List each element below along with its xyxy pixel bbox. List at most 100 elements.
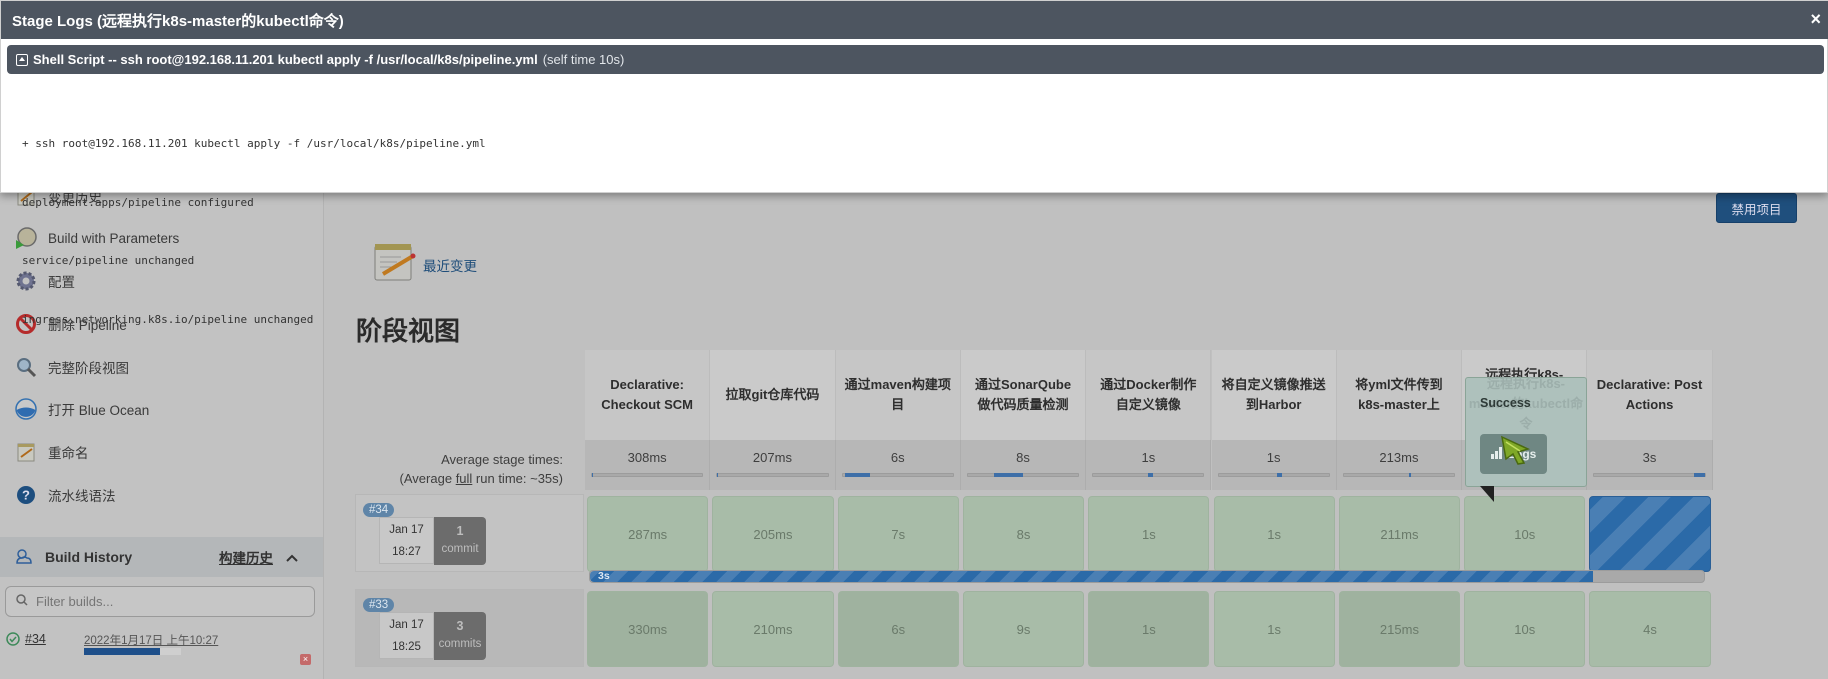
stage-average-cell: 1s xyxy=(1086,440,1212,490)
stage-average-time: 1s xyxy=(1266,450,1281,465)
blue-ocean-icon xyxy=(14,397,38,421)
run-number-badge[interactable]: #34 xyxy=(363,503,395,517)
stage-cell[interactable]: 8s xyxy=(962,496,1085,572)
success-check-icon xyxy=(6,632,20,651)
build-number-link[interactable]: #34 xyxy=(25,632,46,646)
run-number-badge[interactable]: #33 xyxy=(363,598,395,612)
step-self-time: (self time 10s) xyxy=(542,52,625,67)
run-progress-bar: 3s xyxy=(589,570,1705,583)
sidebar-item-label: 流水线语法 xyxy=(48,489,116,504)
log-line: deployment.apps/pipeline configured xyxy=(22,195,254,209)
stage-cell[interactable]: 7s xyxy=(837,496,959,572)
stage-average-cell: 1s xyxy=(1211,440,1337,490)
collapse-icon[interactable] xyxy=(16,53,28,66)
sidebar-item-pipeline-syntax[interactable]: ? 流水线语法 xyxy=(14,480,116,510)
stage-average-time: 3s xyxy=(1642,450,1657,465)
stage-popover: 远程执行k8s-master的kubectl命令 Success Logs xyxy=(1465,376,1587,502)
sidebar-item-open-blue-ocean[interactable]: 打开 Blue Ocean xyxy=(14,394,149,424)
stage-cell[interactable]: 10s xyxy=(1464,496,1586,572)
stage-header: Declarative: Post Actions xyxy=(1587,350,1713,440)
mouse-cursor-icon xyxy=(1500,435,1532,470)
run-progress-fill xyxy=(590,571,1593,582)
disable-project-button[interactable]: 禁用项目 xyxy=(1716,193,1797,223)
stage-cell[interactable]: 215ms xyxy=(1338,591,1461,667)
stage-cell[interactable]: 10s xyxy=(1464,591,1586,667)
stage-cell[interactable]: 330ms xyxy=(587,591,709,667)
stage-cell-running[interactable] xyxy=(1589,496,1711,572)
help-icon: ? xyxy=(14,483,38,507)
log-line: ingress.networking.k8s.io/pipeline uncha… xyxy=(22,312,314,326)
stage-header: 通过Docker制作自定义镜像 xyxy=(1086,350,1212,440)
stage-cell[interactable]: 9s xyxy=(962,591,1085,667)
run-date-time: 18:25 xyxy=(392,641,421,653)
full-run-time-link[interactable]: full xyxy=(456,471,473,486)
stage-average-time: 308ms xyxy=(627,450,667,465)
stage-average-track xyxy=(591,473,704,477)
stage-cell[interactable]: 210ms xyxy=(712,591,834,667)
run-info: #33 Jan 17 18:25 3 commits xyxy=(355,589,584,667)
modal-titlebar: Stage Logs (远程执行k8s-master的kubectl命令) × xyxy=(1,1,1828,39)
filter-builds-field[interactable] xyxy=(5,586,315,617)
stage-header: 将自定义镜像推送到Harbor xyxy=(1211,350,1337,440)
stage-cell[interactable]: 1s xyxy=(1088,591,1210,667)
stage-logs-modal: Stage Logs (远程执行k8s-master的kubectl命令) × … xyxy=(0,0,1828,326)
stage-cell[interactable]: 1s xyxy=(1088,496,1210,572)
log-line: + ssh root@192.168.11.201 kubectl apply … xyxy=(22,137,486,150)
cancel-build-icon[interactable]: × xyxy=(300,654,311,665)
stage-average-track xyxy=(966,473,1080,477)
commit-label: commit xyxy=(441,543,479,555)
stage-cell[interactable]: 1s xyxy=(1213,496,1335,572)
stage-cell[interactable]: 211ms xyxy=(1338,496,1461,572)
search-icon xyxy=(16,594,28,609)
stage-average-cell: 6s xyxy=(835,440,961,490)
stage-header: Declarative: Checkout SCM xyxy=(585,350,711,440)
run-date: Jan 17 18:25 xyxy=(379,612,434,659)
build-progress-bar xyxy=(84,648,181,655)
chevron-up-icon[interactable] xyxy=(286,549,298,565)
stage-average-cell: 3s xyxy=(1587,440,1713,490)
stage-average-segment xyxy=(717,473,719,477)
sidebar-item-label: 打开 Blue Ocean xyxy=(48,403,150,418)
stage-header: 拉取git仓库代码 xyxy=(710,350,836,440)
average-stage-times-label: Average stage times: (Average full run t… xyxy=(355,450,563,488)
build-date-link[interactable]: 2022年1月17日 上午10:27 xyxy=(84,632,218,648)
run-commits[interactable]: 3 commits xyxy=(434,612,486,660)
stage-average-time: 213ms xyxy=(1379,450,1419,465)
commit-label: commits xyxy=(438,638,482,650)
stage-cell[interactable]: 287ms xyxy=(587,496,709,572)
stage-average-segment xyxy=(994,473,1024,477)
stage-header: 通过maven构建项目 xyxy=(835,350,961,440)
stage-average-cell: 8s xyxy=(960,440,1087,490)
run-date: Jan 17 18:27 xyxy=(379,517,434,564)
stage-average-segment xyxy=(592,473,594,477)
stage-average-segment xyxy=(1276,473,1283,477)
avg-label-line1: Average stage times: xyxy=(441,452,563,467)
stage-average-track xyxy=(841,473,954,477)
commit-count: 1 xyxy=(456,524,464,538)
sidebar-item-rename[interactable]: 重命名 xyxy=(14,437,89,467)
stage-average-track xyxy=(1593,473,1706,477)
avg-label-prefix: (Average xyxy=(399,471,456,486)
stage-average-cell: 213ms xyxy=(1336,440,1463,490)
run-date-time: 18:27 xyxy=(392,546,421,558)
stage-cell[interactable]: 205ms xyxy=(712,496,834,572)
run-progress-label: 3s xyxy=(598,570,610,582)
filter-builds-input[interactable] xyxy=(36,594,296,609)
stage-cell[interactable]: 6s xyxy=(837,591,959,667)
run-commits[interactable]: 1 commit xyxy=(434,517,486,565)
log-line: service/pipeline unchanged xyxy=(22,254,195,267)
log-step-header[interactable]: Shell Script -- ssh root@192.168.11.201 … xyxy=(7,45,1824,74)
step-command: Shell Script -- ssh root@192.168.11.201 … xyxy=(33,52,538,67)
stage-average-segment xyxy=(1148,473,1153,477)
close-icon[interactable]: × xyxy=(1810,10,1821,28)
stage-header: 将yml文件传到k8s-master上 xyxy=(1336,350,1463,440)
popover-status: Success xyxy=(1480,396,1531,410)
stage-header: 通过SonarQube做代码质量检测 xyxy=(960,350,1087,440)
stage-cell[interactable]: 1s xyxy=(1213,591,1335,667)
stage-cell[interactable]: 4s xyxy=(1589,591,1711,667)
stage-average-segment xyxy=(1408,473,1412,477)
stage-average-cell: 308ms xyxy=(585,440,711,490)
commit-count: 3 xyxy=(456,619,464,633)
build-history-link[interactable]: 构建历史 xyxy=(219,547,273,567)
stage-average-cell: 207ms xyxy=(710,440,836,490)
